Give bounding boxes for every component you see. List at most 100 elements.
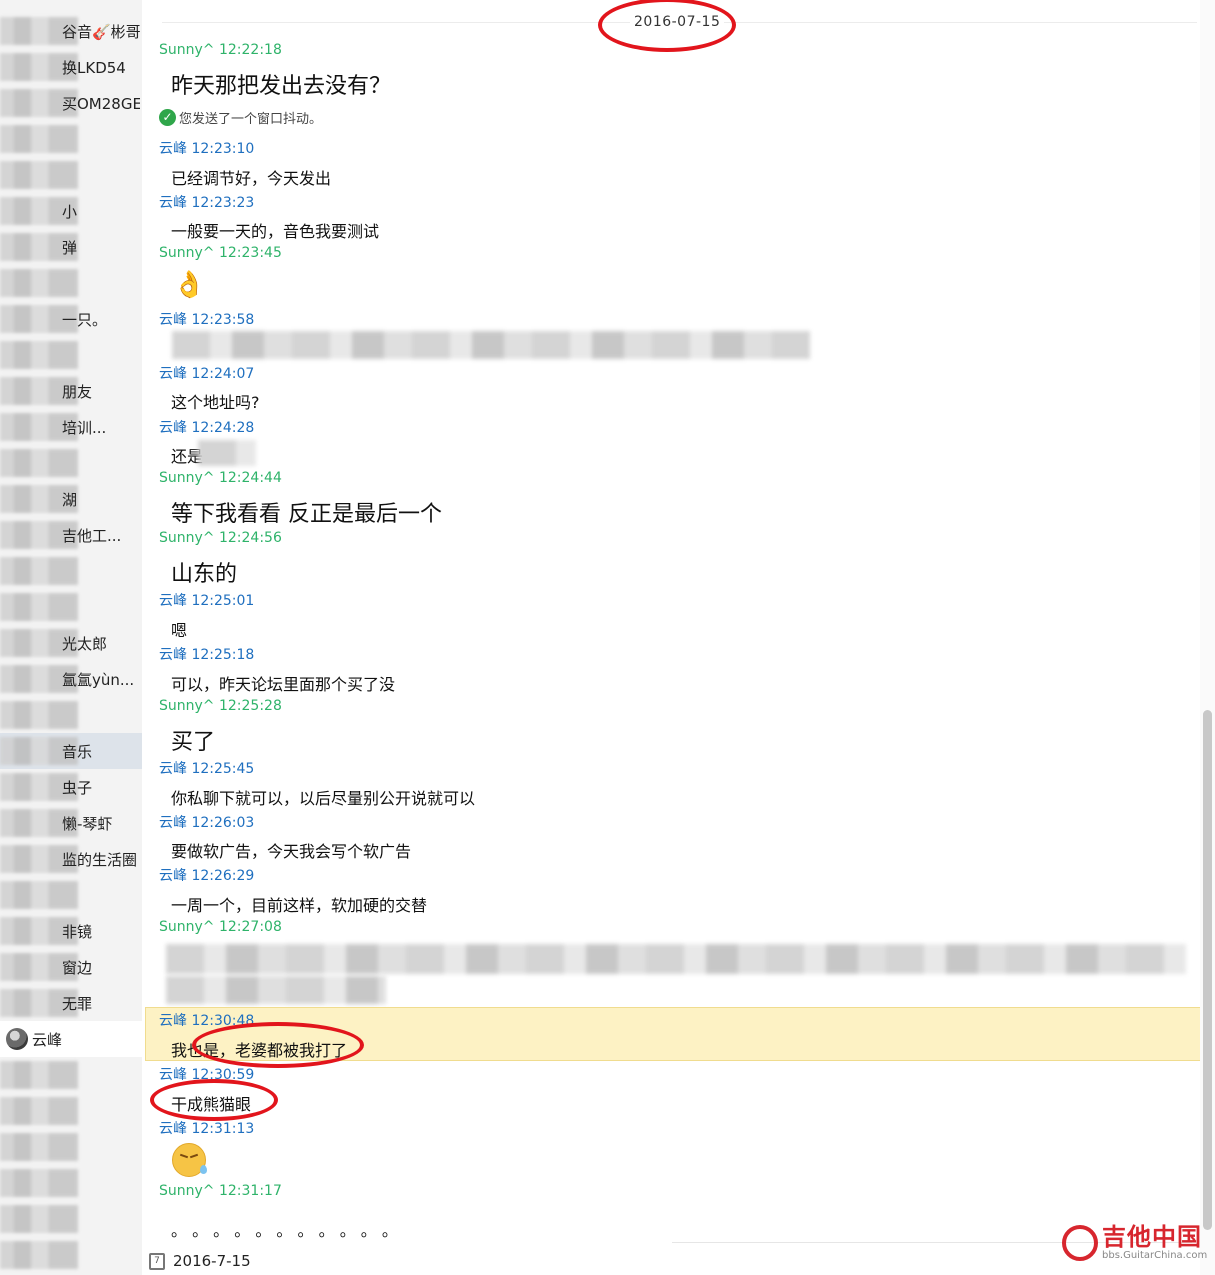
contact-avatar xyxy=(0,1241,78,1269)
contact-avatar xyxy=(0,593,78,621)
contact-item[interactable] xyxy=(0,1165,142,1201)
scrollbar[interactable] xyxy=(1200,0,1215,1275)
contact-item[interactable]: 买OM28GE xyxy=(0,85,142,121)
contact-item[interactable]: 吉他工... xyxy=(0,517,142,553)
message-text[interactable]: 已经调节好，今天发出 xyxy=(171,165,331,189)
contact-item[interactable]: 换LKD54 xyxy=(0,49,142,85)
message-text[interactable]: 可以，昨天论坛里面那个买了没 xyxy=(171,671,395,695)
contact-name: 云峰 xyxy=(32,1030,63,1049)
contact-item[interactable]: 朋友 xyxy=(0,373,142,409)
contact-item[interactable]: 音乐 xyxy=(0,733,142,769)
redacted-message xyxy=(172,331,810,359)
contact-avatar xyxy=(0,269,78,297)
annotation-circle xyxy=(598,0,736,52)
redacted-message xyxy=(166,944,1186,974)
ok-hand-emoji-icon: 👌 xyxy=(173,270,206,300)
message-text[interactable]: 一周一个，目前这样，软加硬的交替 xyxy=(171,892,427,916)
message-header: 云峰 12:24:28 xyxy=(159,420,255,436)
message-text[interactable]: 一般要一天的，音色我要测试 xyxy=(171,218,379,242)
contact-name: 氲氲yùn... xyxy=(62,670,135,689)
contact-name: 朋友 xyxy=(62,382,93,401)
contact-item-selected[interactable]: 云峰 xyxy=(0,1021,142,1057)
contact-item[interactable]: 培训... xyxy=(0,409,142,445)
watermark: 吉他中国 bbs.GuitarChina.com xyxy=(1062,1224,1207,1261)
message-text[interactable]: 要做软广告，今天我会写个软广告 xyxy=(171,838,411,862)
contact-avatar xyxy=(0,701,78,729)
message-text[interactable]: 山东的 xyxy=(171,556,237,588)
scrollbar-thumb[interactable] xyxy=(1203,710,1212,1230)
contact-name: 换LKD54 xyxy=(62,58,126,77)
contact-name: 光太郎 xyxy=(62,634,108,653)
contact-item[interactable]: 光太郎 xyxy=(0,625,142,661)
message-header: Sunny^ 12:27:08 xyxy=(159,919,282,935)
message-header: 云峰 12:23:10 xyxy=(159,141,255,157)
footer-date[interactable]: 7 2016-7-15 xyxy=(149,1252,251,1270)
sweat-face-emoji-icon xyxy=(172,1143,207,1177)
contact-item[interactable]: 谷音🎸彬哥 xyxy=(0,13,142,49)
watermark-title: 吉他中国 xyxy=(1102,1223,1202,1251)
annotation-circle xyxy=(192,1022,364,1068)
message-header: Sunny^ 12:22:18 xyxy=(159,42,282,58)
contact-avatar xyxy=(0,1205,78,1233)
annotation-circle xyxy=(150,1079,278,1121)
message-header: 云峰 12:26:03 xyxy=(159,815,255,831)
contact-item[interactable]: 监的生活圈 xyxy=(0,841,142,877)
contact-item[interactable]: 弹 xyxy=(0,229,142,265)
check-icon: ✓ xyxy=(159,109,176,126)
message-text[interactable]: 昨天那把发出去没有？ xyxy=(171,68,391,100)
message-text[interactable]: 等下我看看 反正是最后一个 xyxy=(171,496,442,528)
contact-item[interactable] xyxy=(0,1129,142,1165)
message-header: 云峰 12:24:07 xyxy=(159,366,255,382)
message-header: 云峰 12:23:58 xyxy=(159,312,255,328)
message-header: Sunny^ 12:25:28 xyxy=(159,698,282,714)
contact-item[interactable] xyxy=(0,121,142,157)
contact-item[interactable] xyxy=(0,337,142,373)
contact-item[interactable] xyxy=(0,1057,142,1093)
message-header: 云峰 12:26:29 xyxy=(159,868,255,884)
message-header: 云峰 12:23:23 xyxy=(159,195,255,211)
contact-avatar xyxy=(0,881,78,909)
message-text[interactable]: 。 。 。 。 。 。 。 。 。 。 。 xyxy=(171,1217,398,1241)
message-header: Sunny^ 12:23:45 xyxy=(159,245,282,261)
contact-item[interactable]: 氲氲yùn... xyxy=(0,661,142,697)
message-text[interactable]: 这个地址吗? xyxy=(171,389,260,413)
message-header: 云峰 12:31:13 xyxy=(159,1121,255,1137)
contact-item[interactable] xyxy=(0,1237,142,1273)
contact-name: 买OM28GE xyxy=(62,94,140,113)
contact-avatar xyxy=(0,449,78,477)
contact-item[interactable] xyxy=(0,1093,142,1129)
message-text[interactable]: 嗯 xyxy=(171,617,187,641)
contact-item[interactable] xyxy=(0,1201,142,1237)
message-header: Sunny^ 12:24:44 xyxy=(159,470,282,486)
contact-name: 非镜 xyxy=(62,922,93,941)
message-header: Sunny^ 12:24:56 xyxy=(159,530,282,546)
contact-name: 吉他工... xyxy=(62,526,122,545)
contact-item[interactable]: 虫子 xyxy=(0,769,142,805)
contact-item[interactable]: 懒-琴虾 xyxy=(0,805,142,841)
contact-avatar xyxy=(0,1097,78,1125)
contact-name: 弹 xyxy=(62,238,78,257)
contact-item[interactable] xyxy=(0,697,142,733)
contact-item[interactable]: 湖 xyxy=(0,481,142,517)
chat-history: 2016-07-15 Sunny^ 12:22:18 昨天那把发出去没有？ ✓ … xyxy=(142,0,1201,1275)
contact-avatar xyxy=(0,557,78,585)
message-text[interactable]: 买了 xyxy=(171,724,215,756)
contact-avatar xyxy=(0,341,78,369)
contact-name: 懒-琴虾 xyxy=(62,814,113,833)
contact-item[interactable]: 无罪 xyxy=(0,985,142,1021)
contact-item[interactable]: 窗边 xyxy=(0,949,142,985)
contact-item[interactable] xyxy=(0,157,142,193)
contact-item[interactable] xyxy=(0,445,142,481)
message-header: 云峰 12:25:45 xyxy=(159,761,255,777)
contact-avatar xyxy=(0,1169,78,1197)
contact-item[interactable] xyxy=(0,877,142,913)
contact-item[interactable] xyxy=(0,265,142,301)
contact-item[interactable]: 小 xyxy=(0,193,142,229)
contact-item[interactable]: 非镜 xyxy=(0,913,142,949)
contact-avatar xyxy=(0,125,78,153)
message-text[interactable]: 你私聊下就可以，以后尽量别公开说就可以 xyxy=(171,785,475,809)
contact-name: 湖 xyxy=(62,490,78,509)
contact-item[interactable] xyxy=(0,589,142,625)
contact-item[interactable] xyxy=(0,553,142,589)
contact-item[interactable]: 一只。 xyxy=(0,301,142,337)
